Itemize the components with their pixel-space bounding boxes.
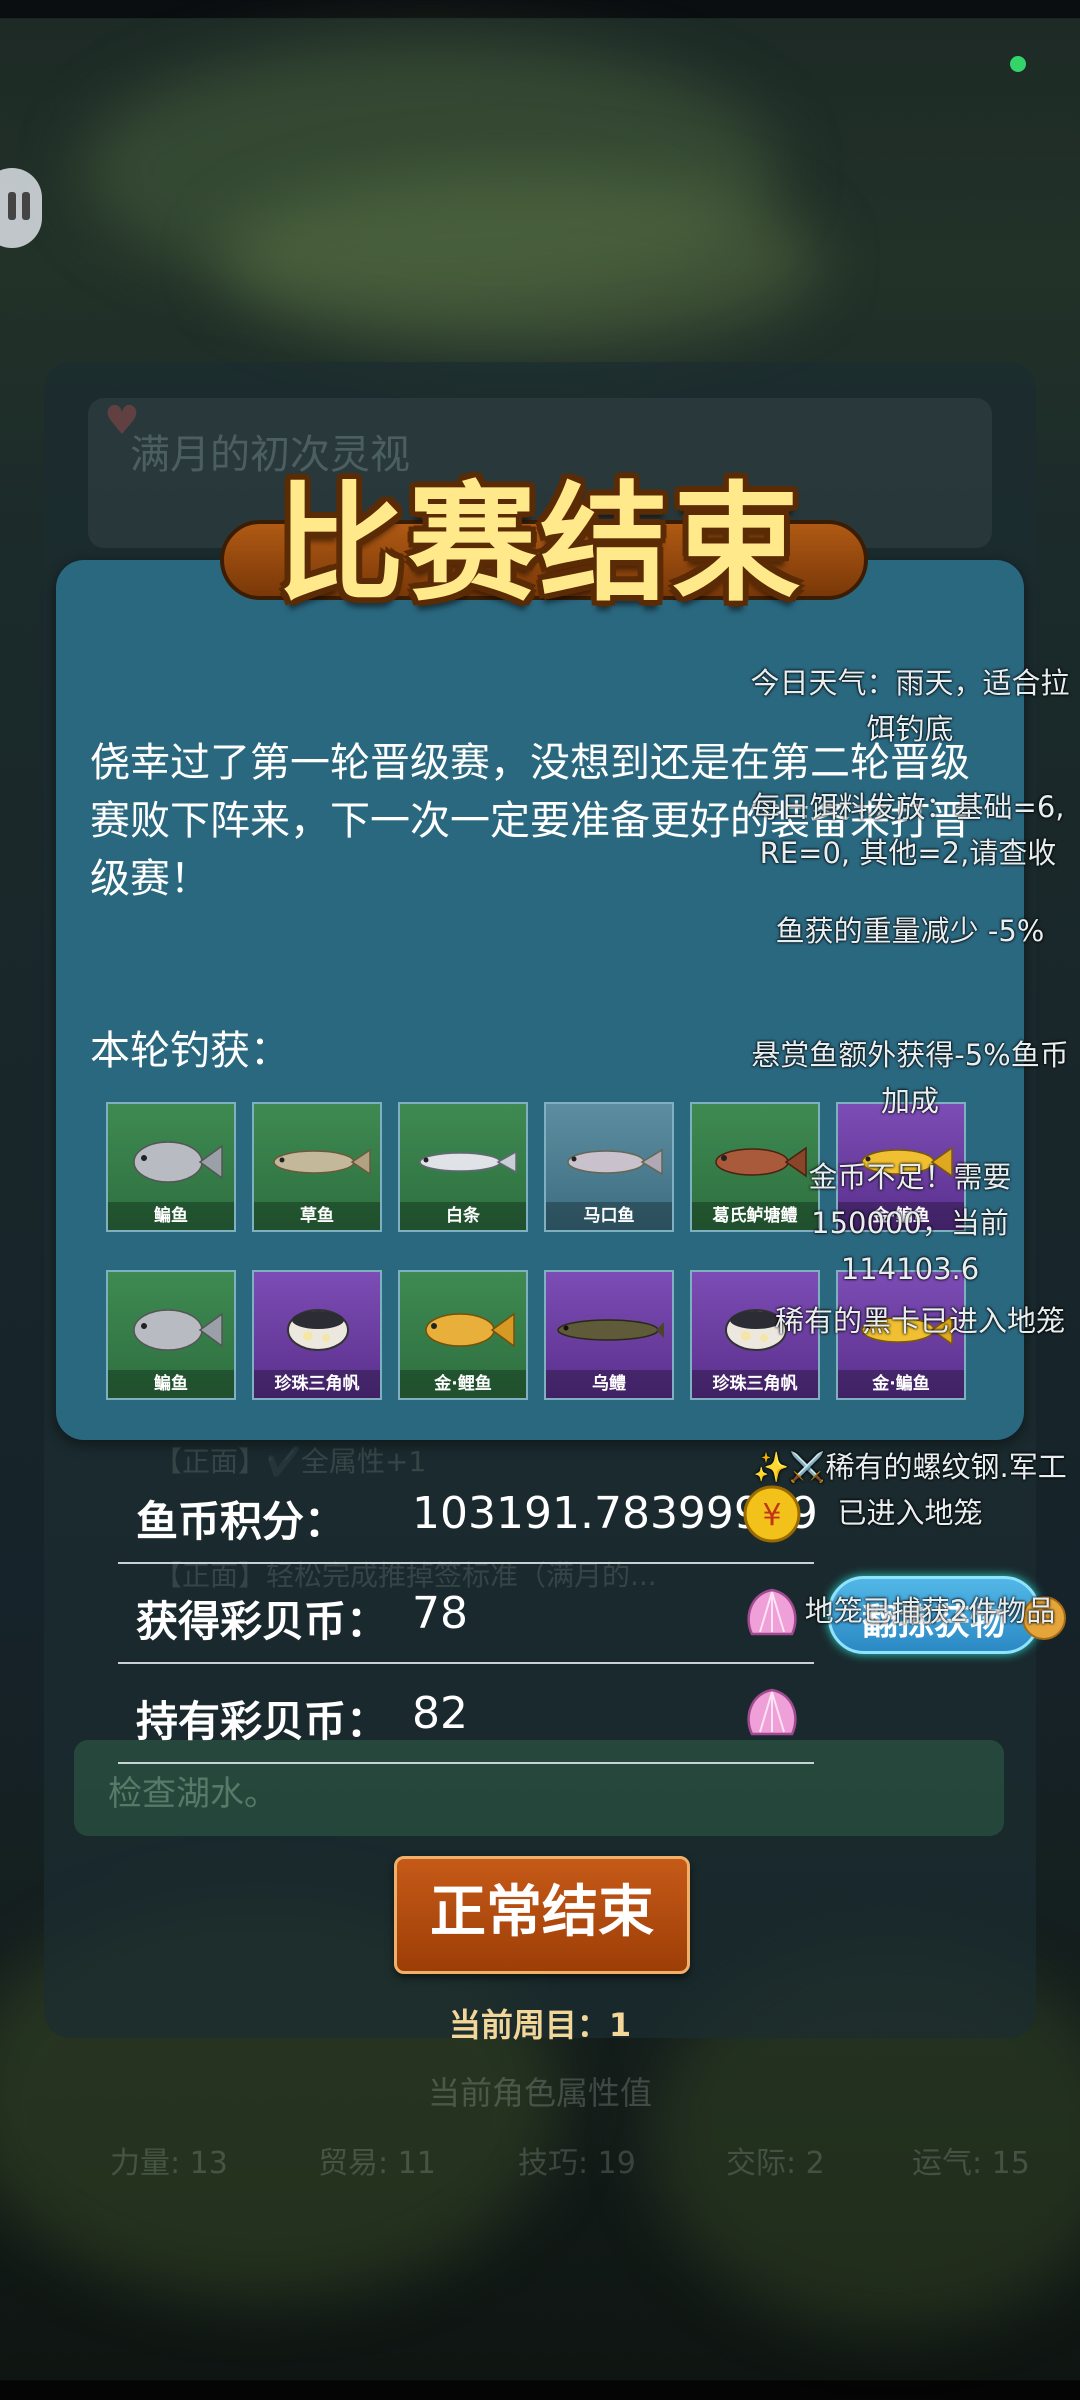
page-title: 比赛结束 xyxy=(275,470,804,619)
shell-icon xyxy=(740,1584,804,1644)
gray-bream-icon xyxy=(118,1126,226,1194)
attributes-title: 当前角色属性值 xyxy=(427,2074,652,2112)
catch-name: 草鱼 xyxy=(254,1202,380,1230)
catch-name: 珍珠三角帆 xyxy=(692,1370,818,1398)
status-dot xyxy=(1010,56,1026,72)
snakehead-icon xyxy=(556,1294,664,1362)
stat-value: 78 xyxy=(412,1588,468,1639)
catch-name: 鳊鱼 xyxy=(108,1202,234,1230)
catch-name: 金·鳊鱼 xyxy=(838,1370,964,1398)
catch-name: 鳊鱼 xyxy=(108,1370,234,1398)
stat-row: 获得彩贝币： 78 xyxy=(118,1562,814,1664)
grass-carp-icon xyxy=(264,1126,372,1194)
catch-card[interactable]: 鳊鱼 xyxy=(106,1102,236,1232)
stat-value: 82 xyxy=(412,1688,468,1739)
catch-card[interactable]: 草鱼 xyxy=(252,1102,382,1232)
white-fish-icon xyxy=(410,1126,518,1194)
shell-icon xyxy=(740,1684,804,1744)
attribute-value: 力量: 13 xyxy=(110,2146,228,2181)
attribute-value: 交际: 2 xyxy=(726,2146,825,2181)
pearl-mussel-icon xyxy=(264,1294,372,1362)
notification-bounty: 悬赏鱼额外获得-5%鱼币加成 xyxy=(751,1038,1069,1118)
catch-label: 本轮钓获： xyxy=(90,1028,290,1074)
svg-text:¥: ¥ xyxy=(762,1498,781,1533)
lake-hint: 检查湖水。 xyxy=(108,1774,278,1814)
coin-icon: ¥ xyxy=(740,1484,804,1544)
catch-name: 珍珠三角帆 xyxy=(254,1370,380,1398)
stat-label: 持有彩贝币： xyxy=(136,1697,389,1746)
heart-icon: ♥ xyxy=(104,398,140,444)
pause-icon xyxy=(8,192,16,220)
notification-black-card: 稀有的黑卡已进入地笼 xyxy=(774,1304,1065,1338)
pause-button[interactable] xyxy=(0,168,42,248)
normal-end-button[interactable]: 正常结束 xyxy=(394,1856,690,1974)
horse-mouth-fish-icon xyxy=(556,1126,664,1194)
gray-bream-icon xyxy=(118,1294,226,1362)
notification-gold: 金币不足！需要150000，当前 114103.6 xyxy=(808,1160,1012,1286)
catch-name: 金·鲤鱼 xyxy=(400,1370,526,1398)
attribute-value: 运气: 15 xyxy=(912,2146,1030,2181)
catch-card[interactable]: 乌鳢 xyxy=(544,1270,674,1400)
stat-label: 鱼币积分： xyxy=(136,1497,347,1546)
round-text: 当前周目：1 xyxy=(448,2006,632,2044)
catch-card[interactable]: 珍珠三角帆 xyxy=(252,1270,382,1400)
catch-name: 马口鱼 xyxy=(546,1202,672,1230)
stat-row: 鱼币积分： 103191.78399999 ¥ xyxy=(118,1462,818,1564)
catch-card[interactable]: 金·鲤鱼 xyxy=(398,1270,528,1400)
catch-card[interactable]: 马口鱼 xyxy=(544,1102,674,1232)
gold-carp-icon xyxy=(410,1294,518,1362)
catch-name: 乌鳢 xyxy=(546,1370,672,1398)
catch-card[interactable]: 鳊鱼 xyxy=(106,1270,236,1400)
notification-cage: 地笼已捕获2件物品 xyxy=(804,1594,1056,1628)
notification-weather: 今日天气：雨天，适合拉饵钓底 xyxy=(750,666,1070,746)
background-island xyxy=(220,170,820,350)
stat-row: 持有彩贝币： 82 xyxy=(118,1662,814,1764)
catch-card[interactable]: 白条 xyxy=(398,1102,528,1232)
notification-bait: 每日饵料发放：基础=6, RE=0, 其他=2,请查收 xyxy=(751,790,1065,870)
notification-weight: 鱼获的重量减少 -5% xyxy=(775,914,1045,948)
catch-name: 白条 xyxy=(400,1202,526,1230)
stat-label: 获得彩贝币： xyxy=(136,1597,389,1646)
attribute-value: 技巧: 19 xyxy=(518,2146,636,2181)
attribute-value: 贸易: 11 xyxy=(318,2146,436,2181)
